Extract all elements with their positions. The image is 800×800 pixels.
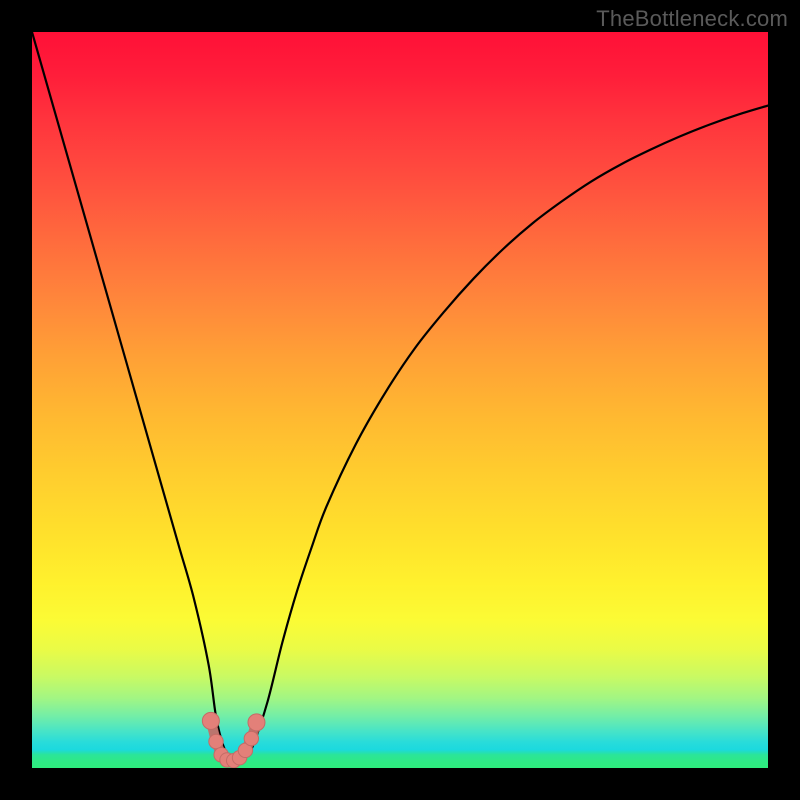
highlight-markers xyxy=(202,712,265,767)
marker-dot xyxy=(244,731,258,745)
bottleneck-curve xyxy=(32,32,768,761)
plot-area xyxy=(32,32,768,768)
marker-dot xyxy=(209,734,223,748)
marker-dot xyxy=(202,712,219,729)
marker-dot xyxy=(248,714,265,731)
curve-layer xyxy=(32,32,768,768)
watermark-text: TheBottleneck.com xyxy=(596,6,788,32)
chart-frame: TheBottleneck.com xyxy=(0,0,800,800)
